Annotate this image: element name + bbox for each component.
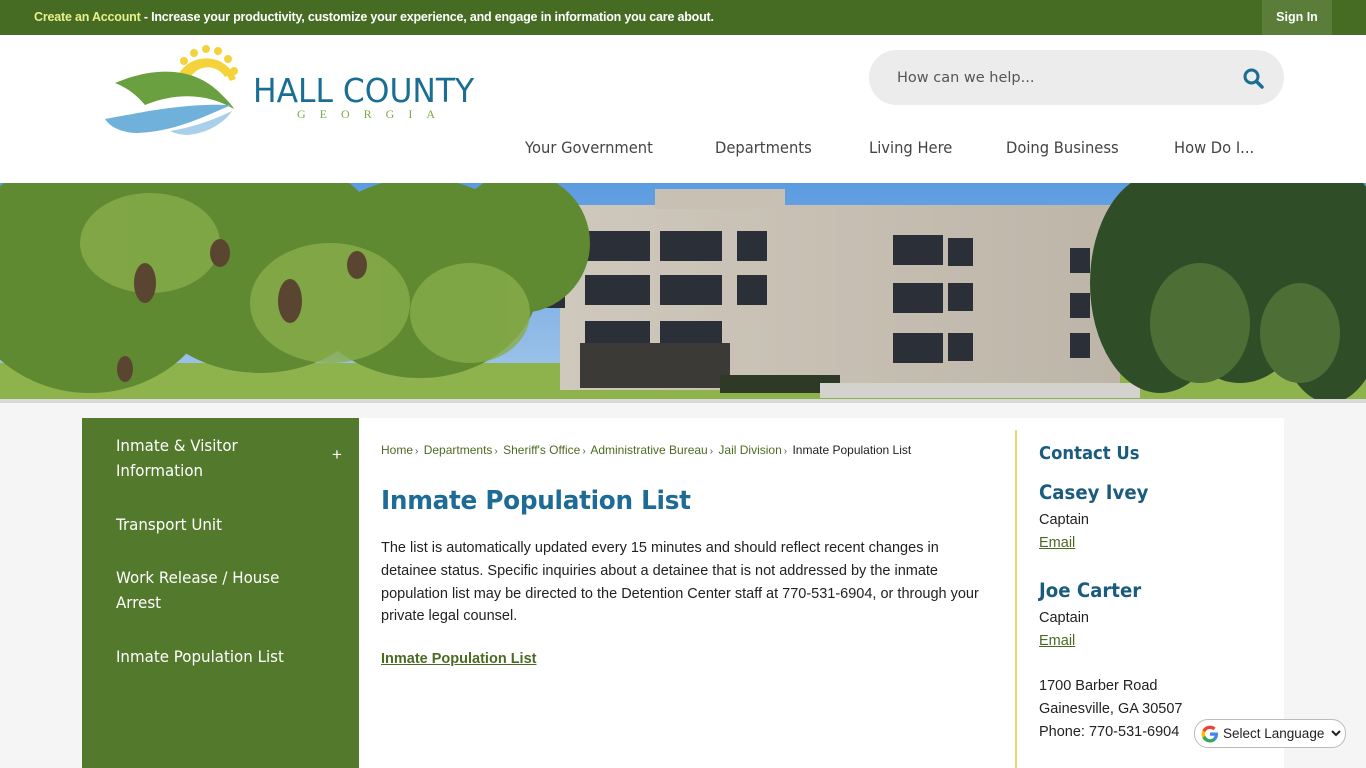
search-icon [1243, 68, 1264, 89]
account-promo: Create an Account - Increase your produc… [34, 10, 714, 24]
nav-doing-business[interactable]: Doing Business [1006, 138, 1119, 157]
sidebar-item-label: Arrest [116, 593, 162, 612]
nav-living-here[interactable]: Living Here [869, 138, 952, 157]
expand-plus-icon[interactable]: + [332, 445, 342, 465]
logo-emblem-icon [105, 45, 238, 135]
search-button[interactable] [1241, 66, 1267, 92]
breadcrumb-separator: › [709, 446, 714, 457]
logo-title: HALL COUNTY [253, 71, 475, 110]
breadcrumb: Home › Departments › Sheriff's Office › Adm… [381, 443, 911, 457]
sidebar-item-transport-unit[interactable]: Transport Unit [116, 512, 222, 537]
breadcrumb-sheriffs-office[interactable]: Sheriff's Office [503, 443, 580, 457]
sidebar-item-inmate-visitor-info[interactable]: Inmate & Visitor Information [116, 433, 238, 483]
sidebar-item-label: Work Release / House [116, 568, 280, 587]
sidebar-item-label: Transport Unit [116, 515, 222, 534]
contact-heading: Contact Us [1039, 444, 1140, 464]
breadcrumb-separator: › [582, 446, 586, 457]
contact-divider [1015, 430, 1017, 768]
breadcrumb-separator: › [494, 446, 498, 457]
logo-subtitle: GEORGIA [297, 107, 449, 121]
section-sidebar: Inmate & Visitor Information + Transport… [82, 418, 359, 768]
sidebar-item-label: Inmate & Visitor [116, 436, 238, 455]
sidebar-item-work-release[interactable]: Work Release / House Arrest [116, 565, 279, 615]
address-city: Gainesville, GA 30507 [1039, 701, 1183, 717]
inmate-population-list-link[interactable]: Inmate Population List [381, 651, 536, 667]
google-g-icon [1201, 725, 1218, 743]
contact-email-link[interactable]: Email [1039, 535, 1075, 551]
create-account-link[interactable]: Create an Account [34, 10, 141, 24]
site-search [869, 50, 1284, 105]
nav-your-government[interactable]: Your Government [525, 138, 653, 157]
chevron-down-icon [1331, 730, 1341, 737]
contact-name: Joe Carter [1039, 579, 1142, 602]
language-selector[interactable]: Select Language [1194, 719, 1346, 748]
contact-role: Captain [1039, 512, 1089, 528]
breadcrumb-administrative-bureau[interactable]: Administrative Bureau [590, 443, 707, 457]
breadcrumb-departments[interactable]: Departments [424, 443, 493, 457]
breadcrumb-current: Inmate Population List [792, 443, 912, 457]
main-content: Home › Departments › Sheriff's Office › Adm… [359, 418, 1284, 768]
breadcrumb-separator: › [415, 446, 419, 457]
page-title: Inmate Population List [381, 486, 691, 516]
hero-banner-image [0, 183, 1366, 403]
breadcrumb-home[interactable]: Home [381, 443, 413, 457]
contact-name: Casey Ivey [1039, 481, 1149, 504]
breadcrumb-separator: › [783, 446, 788, 457]
page-description: The list is automatically updated every … [381, 540, 979, 625]
sign-in-button[interactable]: Sign In [1262, 0, 1332, 35]
top-bar: Create an Account - Increase your produc… [0, 0, 1366, 35]
hall-county-logo[interactable]: HALL COUNTY GEORGIA [100, 43, 490, 138]
promo-text: - Increase your productivity, customize … [140, 10, 714, 24]
address-street: 1700 Barber Road [1039, 678, 1158, 694]
contact-phone: Phone: 770-531-6904 [1039, 724, 1180, 740]
sidebar-item-label: Information [116, 461, 204, 480]
sidebar-item-label: Inmate Population List [116, 647, 284, 666]
language-label: Select Language [1223, 726, 1325, 741]
search-input[interactable] [897, 64, 1217, 92]
site-header: HALL COUNTY GEORGIA Your Government Depa… [0, 35, 1366, 183]
sidebar-item-inmate-population-list[interactable]: Inmate Population List [116, 644, 284, 669]
nav-departments[interactable]: Departments [715, 138, 812, 157]
contact-email-link[interactable]: Email [1039, 633, 1075, 649]
breadcrumb-jail-division[interactable]: Jail Division [718, 443, 781, 457]
contact-role: Captain [1039, 610, 1089, 626]
nav-how-do-i[interactable]: How Do I... [1174, 138, 1254, 157]
